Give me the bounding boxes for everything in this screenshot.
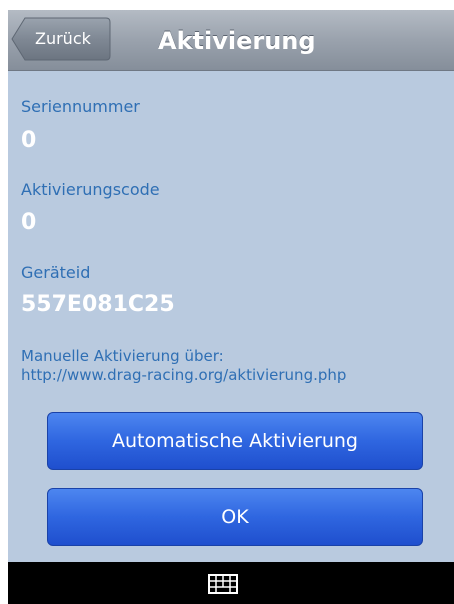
app-screen: Zurück Aktivierung Seriennummer 0 Aktivi…: [8, 10, 454, 604]
activation-code-label: Aktivierungscode: [21, 180, 160, 199]
back-button[interactable]: Zurück: [11, 17, 111, 61]
back-button-label: Zurück: [35, 29, 91, 48]
page-title: Aktivierung: [158, 27, 316, 55]
bottom-bar: [8, 562, 454, 604]
automatic-activation-button[interactable]: Automatische Aktivierung: [47, 412, 423, 470]
manual-activation-url: http://www.drag-racing.org/aktivierung.p…: [21, 366, 347, 384]
manual-activation-info: Manuelle Aktivierung über: http://www.dr…: [21, 347, 346, 385]
device-id-value: 557E081C25: [21, 292, 175, 317]
ok-button[interactable]: OK: [47, 488, 423, 546]
manual-activation-text: Manuelle Aktivierung über:: [21, 347, 224, 365]
navigation-bar: Zurück Aktivierung: [8, 10, 454, 71]
device-id-label: Geräteid: [21, 263, 91, 282]
keyboard-icon[interactable]: [208, 574, 238, 594]
serial-number-label: Seriennummer: [21, 97, 140, 116]
activation-code-input[interactable]: [21, 207, 441, 237]
serial-number-value: 0: [21, 128, 37, 153]
